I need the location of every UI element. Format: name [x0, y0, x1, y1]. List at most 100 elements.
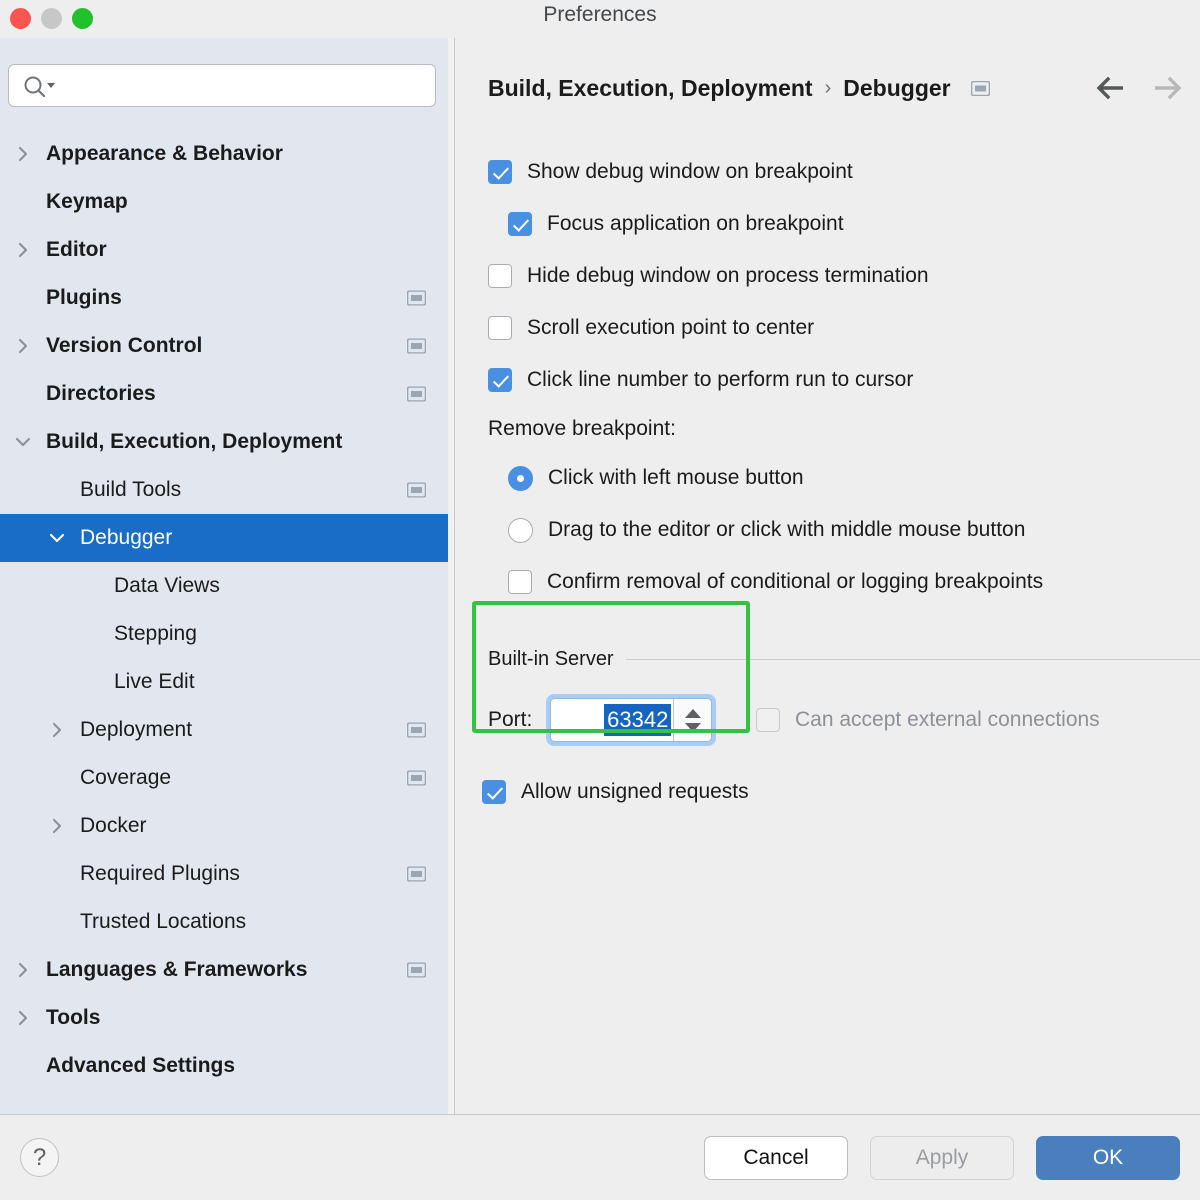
project-scope-icon[interactable]: [407, 867, 426, 882]
preferences-dialog: Preferences Appearance & Behavior Keymap E…: [0, 0, 1200, 1200]
sidebar-item-label: Deployment: [80, 718, 192, 742]
settings-sidebar: Appearance & Behavior Keymap Editor Plugins…: [0, 38, 448, 1114]
search-input[interactable]: [61, 65, 429, 106]
arrow-right-icon[interactable]: [1150, 76, 1184, 100]
chevron-right-icon[interactable]: [14, 145, 32, 163]
sidebar-item-label: Coverage: [80, 766, 171, 790]
sidebar-item-tools[interactable]: Tools: [0, 994, 448, 1042]
port-input[interactable]: 63342: [551, 699, 673, 741]
sidebar-item-label: Keymap: [46, 190, 128, 214]
checkbox-focus-application[interactable]: [508, 212, 532, 236]
sidebar-item-appearance-behavior[interactable]: Appearance & Behavior: [0, 130, 448, 178]
sidebar-item-directories[interactable]: Directories: [0, 370, 448, 418]
project-scope-icon[interactable]: [407, 339, 426, 354]
chevron-right-icon[interactable]: [48, 721, 66, 739]
triangle-up-icon[interactable]: [685, 709, 701, 718]
builtin-server-group: Built-in Server Port: 63342: [456, 642, 1200, 752]
port-label: Port:: [488, 708, 532, 732]
checkbox-scroll-execution-point[interactable]: [488, 316, 512, 340]
option-focus-application[interactable]: Focus application on breakpoint: [456, 198, 1200, 250]
remove-breakpoint-label: Remove breakpoint:: [456, 406, 1200, 452]
navigation-arrows: [1094, 76, 1184, 100]
chevron-down-icon[interactable]: [14, 433, 32, 451]
chevron-down-icon[interactable]: [48, 529, 66, 547]
sidebar-item-label: Editor: [46, 238, 107, 262]
apply-button[interactable]: Apply: [870, 1136, 1014, 1180]
sidebar-item-languages-frameworks[interactable]: Languages & Frameworks: [0, 946, 448, 994]
sidebar-item-version-control[interactable]: Version Control: [0, 322, 448, 370]
sidebar-item-label: Advanced Settings: [46, 1054, 235, 1078]
window-title: Preferences: [0, 3, 1200, 27]
sidebar-item-label: Required Plugins: [80, 862, 240, 886]
arrow-left-icon[interactable]: [1094, 76, 1128, 100]
sidebar-item-label: Build Tools: [80, 478, 181, 502]
radio-button-left-mouse[interactable]: [508, 466, 533, 491]
sidebar-item-docker[interactable]: Docker: [0, 802, 448, 850]
chevron-right-icon[interactable]: [14, 1009, 32, 1027]
checkbox-show-debug-window[interactable]: [488, 160, 512, 184]
sidebar-item-editor[interactable]: Editor: [0, 226, 448, 274]
cancel-button[interactable]: Cancel: [704, 1136, 848, 1180]
debugger-options: Show debug window on breakpoint Focus ap…: [456, 146, 1200, 608]
sidebar-item-advanced-settings[interactable]: Advanced Settings: [0, 1042, 448, 1090]
checkbox-confirm-removal[interactable]: [508, 570, 532, 594]
settings-tree: Appearance & Behavior Keymap Editor Plugins…: [0, 130, 448, 1090]
project-scope-icon[interactable]: [407, 387, 426, 402]
option-allow-unsigned-requests[interactable]: Allow unsigned requests: [456, 774, 1200, 810]
checkbox-allow-unsigned-requests[interactable]: [482, 780, 506, 804]
option-external-connections: Can accept external connections: [756, 702, 1100, 738]
option-hide-debug-window[interactable]: Hide debug window on process termination: [456, 250, 1200, 302]
radio-click-left-mouse[interactable]: Click with left mouse button: [456, 452, 1200, 504]
option-scroll-execution-point[interactable]: Scroll execution point to center: [456, 302, 1200, 354]
triangle-down-icon[interactable]: [685, 723, 701, 732]
sidebar-item-label: Docker: [80, 814, 147, 838]
sidebar-item-coverage[interactable]: Coverage: [0, 754, 448, 802]
radio-button-drag-editor[interactable]: [508, 518, 533, 543]
dialog-footer: ? Cancel Apply OK: [0, 1115, 1200, 1200]
help-button[interactable]: ?: [20, 1138, 59, 1177]
option-label: Show debug window on breakpoint: [527, 160, 853, 184]
sidebar-item-label: Languages & Frameworks: [46, 958, 307, 982]
option-click-line-number[interactable]: Click line number to perform run to curs…: [456, 354, 1200, 406]
chevron-right-icon[interactable]: [48, 817, 66, 835]
option-show-debug-window[interactable]: Show debug window on breakpoint: [456, 146, 1200, 198]
sidebar-item-trusted-locations[interactable]: Trusted Locations: [0, 898, 448, 946]
project-scope-icon[interactable]: [407, 771, 426, 786]
sidebar-item-live-edit[interactable]: Live Edit: [0, 658, 448, 706]
search-box[interactable]: [8, 64, 436, 107]
breadcrumb-parent[interactable]: Build, Execution, Deployment: [488, 75, 813, 102]
option-confirm-removal[interactable]: Confirm removal of conditional or loggin…: [456, 556, 1200, 608]
chevron-right-icon[interactable]: [14, 961, 32, 979]
sidebar-item-label: Live Edit: [114, 670, 195, 694]
project-scope-icon[interactable]: [407, 723, 426, 738]
checkbox-hide-debug-window[interactable]: [488, 264, 512, 288]
sidebar-item-label: Trusted Locations: [80, 910, 246, 934]
port-spinner-focus-ring: 63342: [546, 694, 716, 746]
sidebar-item-keymap[interactable]: Keymap: [0, 178, 448, 226]
project-scope-icon[interactable]: [971, 81, 990, 96]
sidebar-scrollbar-gutter[interactable]: [448, 38, 455, 1114]
port-stepper[interactable]: [673, 699, 711, 741]
sidebar-item-required-plugins[interactable]: Required Plugins: [0, 850, 448, 898]
sidebar-item-build-tools[interactable]: Build Tools: [0, 466, 448, 514]
radio-drag-to-editor[interactable]: Drag to the editor or click with middle …: [456, 504, 1200, 556]
project-scope-icon[interactable]: [407, 291, 426, 306]
chevron-right-icon[interactable]: [14, 337, 32, 355]
sidebar-item-build-execution-deployment[interactable]: Build, Execution, Deployment: [0, 418, 448, 466]
option-label: Scroll execution point to center: [527, 316, 814, 340]
sidebar-item-debugger[interactable]: Debugger: [0, 514, 448, 562]
project-scope-icon[interactable]: [407, 483, 426, 498]
sidebar-item-label: Stepping: [114, 622, 197, 646]
sidebar-item-data-views[interactable]: Data Views: [0, 562, 448, 610]
sidebar-item-deployment[interactable]: Deployment: [0, 706, 448, 754]
sidebar-item-plugins[interactable]: Plugins: [0, 274, 448, 322]
breadcrumb-current: Debugger: [843, 75, 950, 102]
port-spinner[interactable]: 63342: [550, 698, 712, 742]
sidebar-item-stepping[interactable]: Stepping: [0, 610, 448, 658]
sidebar-item-label: Plugins: [46, 286, 122, 310]
project-scope-icon[interactable]: [407, 963, 426, 978]
chevron-right-icon[interactable]: [14, 241, 32, 259]
ok-button[interactable]: OK: [1036, 1136, 1180, 1180]
checkbox-click-line-number[interactable]: [488, 368, 512, 392]
option-label: Can accept external connections: [795, 708, 1100, 732]
